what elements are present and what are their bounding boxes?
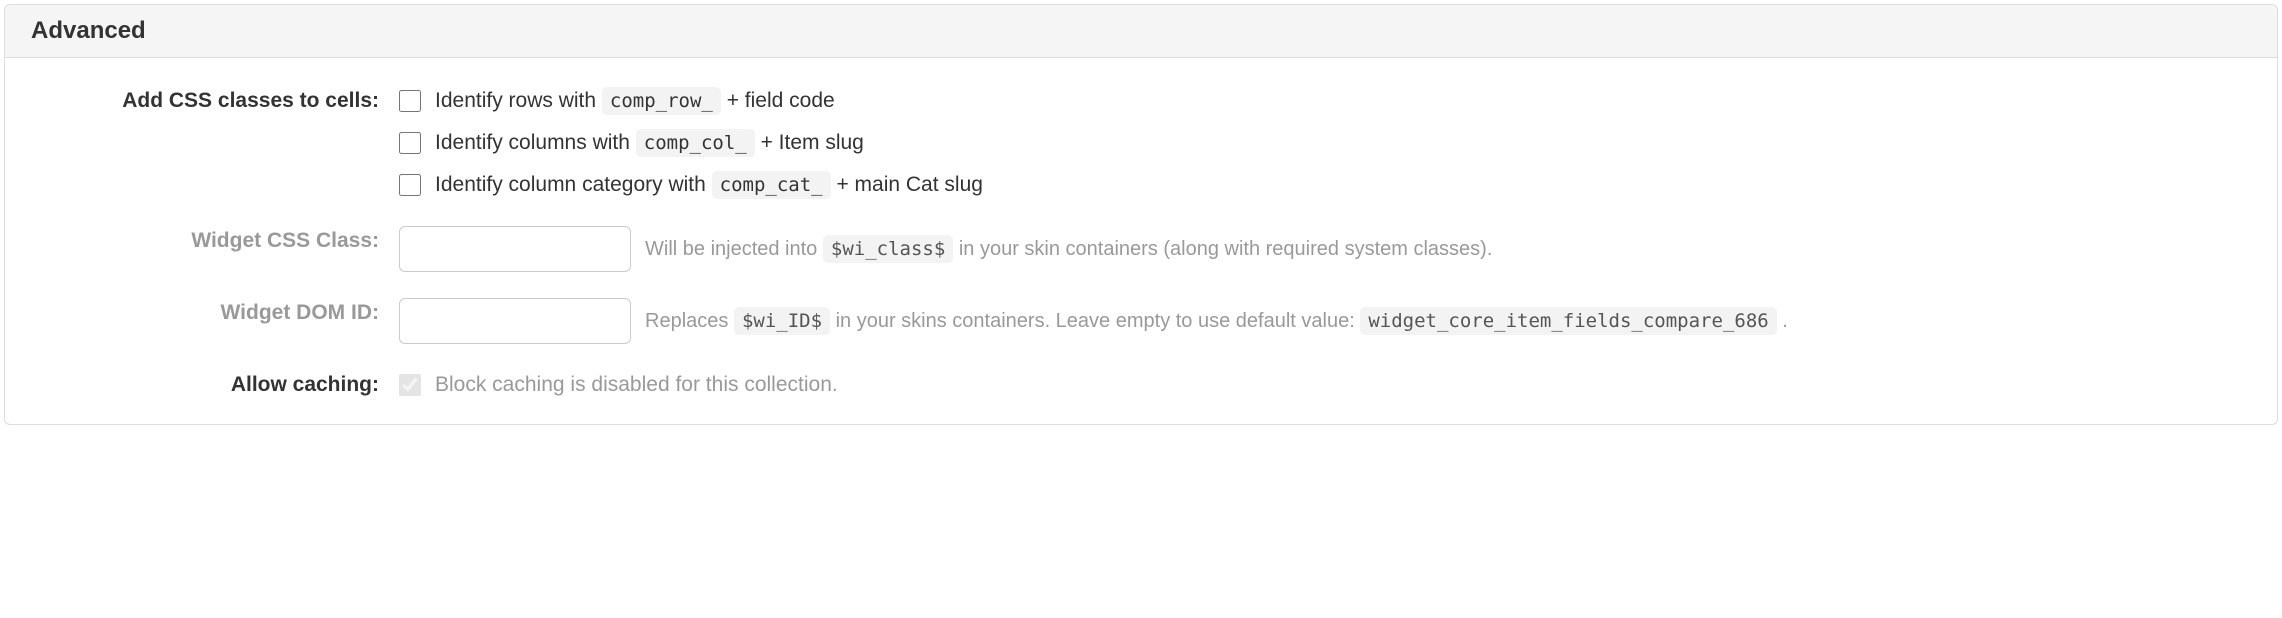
- text-rows-post: + field code: [727, 89, 835, 112]
- code-comp-col: comp_col_: [636, 129, 755, 157]
- help-domid-pre: Replaces: [645, 310, 734, 332]
- row-widget-dom-id: Widget DOM ID: Replaces $wi_ID$ in your …: [31, 298, 2251, 344]
- caching-note: Block caching is disabled for this colle…: [435, 370, 838, 400]
- checkbox-line-caching: Block caching is disabled for this colle…: [399, 370, 2251, 400]
- value-allow-caching: Block caching is disabled for this colle…: [399, 370, 2251, 400]
- value-widget-dom-id: Replaces $wi_ID$ in your skins container…: [399, 298, 2251, 344]
- checkbox-label-cats: Identify column category with comp_cat_ …: [435, 170, 983, 200]
- help-domid-post: .: [1782, 310, 1788, 332]
- checkbox-label-cols: Identify columns with comp_col_ + Item s…: [435, 128, 864, 158]
- text-rows-pre: Identify rows with: [435, 89, 602, 112]
- input-widget-css-class[interactable]: [399, 226, 631, 272]
- text-cols-post: + Item slug: [761, 131, 864, 154]
- panel-title: Advanced: [5, 5, 2277, 58]
- input-widget-dom-id[interactable]: [399, 298, 631, 344]
- checkbox-line-cats: Identify column category with comp_cat_ …: [399, 170, 2251, 200]
- label-css-cells: Add CSS classes to cells:: [31, 86, 399, 116]
- panel-body: Add CSS classes to cells: Identify rows …: [5, 58, 2277, 424]
- text-cols-pre: Identify columns with: [435, 131, 636, 154]
- input-line-dom-id: Replaces $wi_ID$ in your skins container…: [399, 298, 2251, 344]
- input-line-css-class: Will be injected into $wi_class$ in your…: [399, 226, 2251, 272]
- code-default-dom-id: widget_core_item_fields_compare_686: [1360, 307, 1776, 335]
- row-css-cells: Add CSS classes to cells: Identify rows …: [31, 86, 2251, 200]
- help-widget-css-class: Will be injected into $wi_class$ in your…: [645, 238, 1492, 261]
- help-domid-mid: in your skins containers. Leave empty to…: [836, 310, 1361, 332]
- label-widget-dom-id: Widget DOM ID:: [31, 298, 399, 328]
- advanced-panel: Advanced Add CSS classes to cells: Ident…: [4, 4, 2278, 425]
- code-wi-class: $wi_class$: [823, 235, 953, 263]
- value-css-cells: Identify rows with comp_row_ + field cod…: [399, 86, 2251, 200]
- checkbox-line-rows: Identify rows with comp_row_ + field cod…: [399, 86, 2251, 116]
- code-comp-cat: comp_cat_: [712, 171, 831, 199]
- checkbox-identify-category[interactable]: [399, 174, 421, 196]
- checkbox-line-cols: Identify columns with comp_col_ + Item s…: [399, 128, 2251, 158]
- checkbox-allow-caching: [399, 374, 421, 396]
- code-wi-id: $wi_ID$: [734, 307, 830, 335]
- checkbox-identify-columns[interactable]: [399, 132, 421, 154]
- help-widget-dom-id: Replaces $wi_ID$ in your skins container…: [645, 310, 1788, 333]
- row-widget-css-class: Widget CSS Class: Will be injected into …: [31, 226, 2251, 272]
- help-css-post: in your skin containers (along with requ…: [959, 238, 1493, 260]
- text-cats-pre: Identify column category with: [435, 173, 712, 196]
- help-css-pre: Will be injected into: [645, 238, 823, 260]
- label-widget-css-class: Widget CSS Class:: [31, 226, 399, 256]
- row-allow-caching: Allow caching: Block caching is disabled…: [31, 370, 2251, 400]
- text-cats-post: + main Cat slug: [836, 173, 983, 196]
- checkbox-label-rows: Identify rows with comp_row_ + field cod…: [435, 86, 835, 116]
- checkbox-identify-rows[interactable]: [399, 90, 421, 112]
- label-allow-caching: Allow caching:: [31, 370, 399, 400]
- value-widget-css-class: Will be injected into $wi_class$ in your…: [399, 226, 2251, 272]
- code-comp-row: comp_row_: [602, 87, 721, 115]
